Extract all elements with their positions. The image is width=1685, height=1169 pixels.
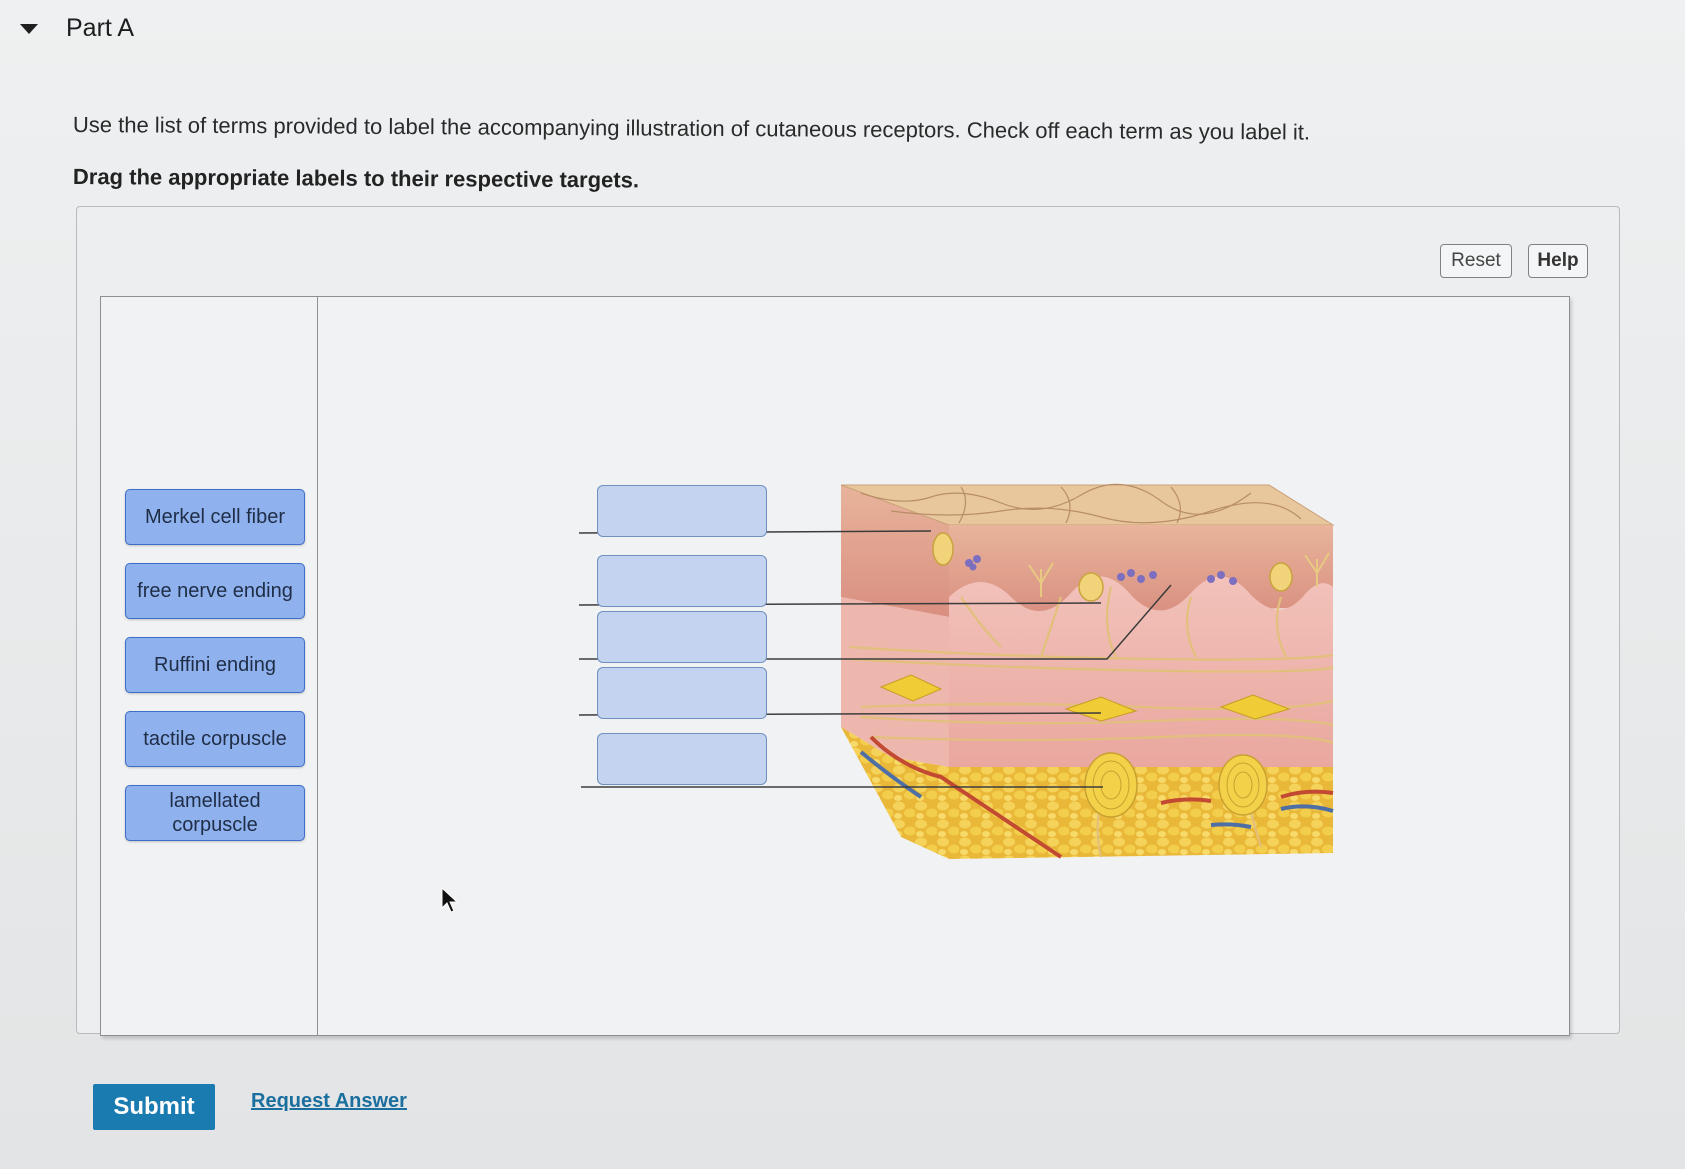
part-header[interactable]: Part A bbox=[20, 14, 134, 43]
drop-target-5[interactable] bbox=[597, 733, 767, 785]
skin-receptor-illustration bbox=[578, 483, 1335, 859]
submit-button[interactable]: Submit bbox=[93, 1084, 215, 1130]
reset-button[interactable]: Reset bbox=[1440, 244, 1512, 278]
drop-target-3[interactable] bbox=[597, 611, 767, 663]
mouse-pointer-icon bbox=[441, 886, 459, 913]
drop-target-4[interactable] bbox=[597, 667, 767, 719]
drop-target-1[interactable] bbox=[597, 485, 767, 537]
request-answer-link[interactable]: Request Answer bbox=[251, 1090, 407, 1113]
labeling-area: Merkel cell fiber free nerve ending Ruff… bbox=[100, 296, 1570, 1036]
drag-instruction: Drag the appropriate labels to their res… bbox=[72, 164, 640, 193]
drop-target-2[interactable] bbox=[597, 555, 767, 607]
instructions-text: Use the list of terms provided to label … bbox=[72, 112, 1311, 145]
help-button[interactable]: Help bbox=[1528, 244, 1588, 278]
part-title: Part A bbox=[66, 14, 135, 42]
caret-down-icon[interactable] bbox=[20, 23, 38, 34]
